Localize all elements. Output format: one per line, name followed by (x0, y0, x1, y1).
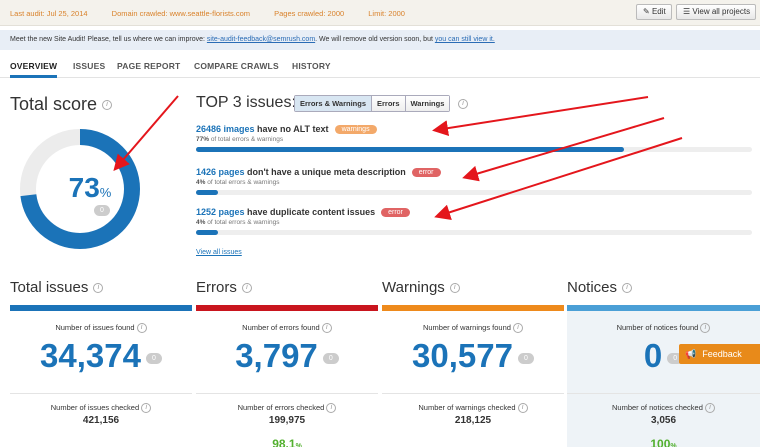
tab-overview[interactable]: OVERVIEW (10, 61, 58, 78)
card-stripe (382, 305, 564, 311)
issue-count-link[interactable]: 26486 images (196, 124, 255, 134)
issue-share-fill (196, 230, 219, 236)
issue-share-fill (196, 147, 625, 153)
errors-found-value[interactable]: 3,797 (235, 337, 318, 374)
issue-tag: error (411, 168, 441, 178)
issue-tag: error (381, 208, 410, 218)
warnings-found-value[interactable]: 30,577 (412, 337, 513, 374)
info-icon[interactable]: i (93, 283, 104, 294)
errors-checked-value: 199,975 (268, 415, 306, 426)
change-badge: 0 (517, 352, 534, 364)
notices-title: Notices i (567, 279, 633, 296)
audit-info-bar: Last audit: Jul 25, 2014 Domain crawled:… (0, 0, 760, 26)
card-stripe (567, 305, 760, 311)
crawl-limit: Limit: 2000 (368, 9, 405, 18)
list-icon: ☰ (683, 7, 691, 16)
info-icon[interactable]: i (700, 323, 711, 334)
notices-pass-rate: 100% (650, 437, 677, 447)
filter-errors-warnings[interactable]: Errors & Warnings (295, 96, 372, 111)
top-issue: 1252 pages have duplicate content issues… (196, 207, 756, 236)
issue-share-fill (196, 190, 219, 196)
issue-share-bar (196, 230, 752, 236)
errors-pass-rate: 98.1% (272, 437, 302, 447)
filter-warnings[interactable]: Warnings (405, 96, 450, 111)
issues-checked-value: 421,156 (82, 415, 120, 426)
card-stripe (196, 305, 378, 311)
domain-crawled: Domain crawled: www.seattle-florists.com (111, 9, 251, 18)
view-all-projects-button[interactable]: ☰ View all projects (676, 4, 756, 20)
score-value: 73% (68, 172, 112, 203)
new-version-notice: Meet the new Site Audit! Please, tell us… (0, 30, 760, 50)
feedback-button[interactable]: 📢 Feedback (679, 344, 760, 364)
info-icon[interactable]: i (141, 403, 152, 414)
warnings-checked-value: 218,125 (454, 415, 492, 426)
change-badge: 0 (145, 352, 162, 364)
total-score-title: Total score i (10, 94, 113, 115)
filter-errors[interactable]: Errors (371, 96, 406, 111)
tab-page-report[interactable]: PAGE REPORT (117, 61, 180, 71)
issue-share-bar (196, 190, 752, 196)
info-icon[interactable]: i (449, 283, 460, 294)
info-icon[interactable]: i (241, 283, 252, 294)
issue-count-link[interactable]: 1252 pages (196, 207, 245, 217)
report-tabs: OVERVIEW ISSUES PAGE REPORT COMPARE CRAW… (0, 58, 760, 78)
info-icon[interactable]: i (321, 323, 332, 334)
notices-card: Number of notices found i 00 Number of n… (567, 305, 760, 447)
audit-meta: Last audit: Jul 25, 2014 Domain crawled:… (10, 9, 427, 18)
issue-filter-toggle: Errors & Warnings Errors Warnings (294, 95, 451, 112)
issue-share-bar (196, 147, 752, 153)
info-icon[interactable]: i (517, 403, 528, 414)
warnings-card: Number of warnings found i 30,577 0 Numbe… (382, 305, 564, 447)
tab-issues[interactable]: ISSUES (73, 61, 105, 71)
last-audit-date: Last audit: Jul 25, 2014 (10, 9, 88, 18)
info-icon[interactable]: i (704, 403, 715, 414)
view-all-issues-link[interactable]: View all issues (196, 249, 242, 256)
pages-crawled: Pages crawled: 2000 (274, 9, 345, 18)
change-badge: 0 (322, 352, 339, 364)
info-icon[interactable]: i (458, 99, 468, 109)
pencil-icon: ✎ (643, 7, 650, 16)
notices-checked-value: 3,056 (650, 415, 677, 426)
errors-card: Number of errors found i 3,797 0 Number o… (196, 305, 378, 447)
issues-found-value[interactable]: 34,374 (40, 337, 141, 374)
warnings-title: Warnings i (382, 279, 460, 296)
top-issue: 26486 images have no ALT text warnings 77… (196, 124, 756, 153)
top-issue: 1426 pages don't have a unique meta desc… (196, 167, 756, 196)
total-issues-card: Number of issues found i 34,374 0 Number … (10, 305, 192, 447)
megaphone-icon: 📢 (685, 349, 697, 359)
issue-count-link[interactable]: 1426 pages (196, 167, 245, 177)
notices-found-value[interactable]: 0 (644, 337, 662, 374)
top3-title: TOP 3 issues: (196, 94, 296, 111)
edit-button[interactable]: ✎ Edit (636, 4, 672, 20)
total-issues-title: Total issues i (10, 279, 104, 296)
info-icon[interactable]: i (136, 323, 147, 334)
score-change-badge: 0 (94, 205, 110, 216)
tab-history[interactable]: HISTORY (292, 61, 331, 71)
info-icon[interactable]: i (622, 283, 633, 294)
errors-title: Errors i (196, 279, 252, 296)
issue-tag: warnings (334, 125, 377, 135)
info-icon[interactable]: i (326, 403, 337, 414)
info-icon[interactable]: i (513, 323, 524, 334)
card-stripe (10, 305, 192, 311)
tab-compare-crawls[interactable]: COMPARE CRAWLS (194, 61, 279, 71)
info-icon[interactable]: i (102, 100, 113, 111)
feedback-email-link[interactable]: site-audit-feedback@semrush.com (207, 36, 315, 43)
old-version-link[interactable]: you can still view it. (435, 36, 495, 43)
